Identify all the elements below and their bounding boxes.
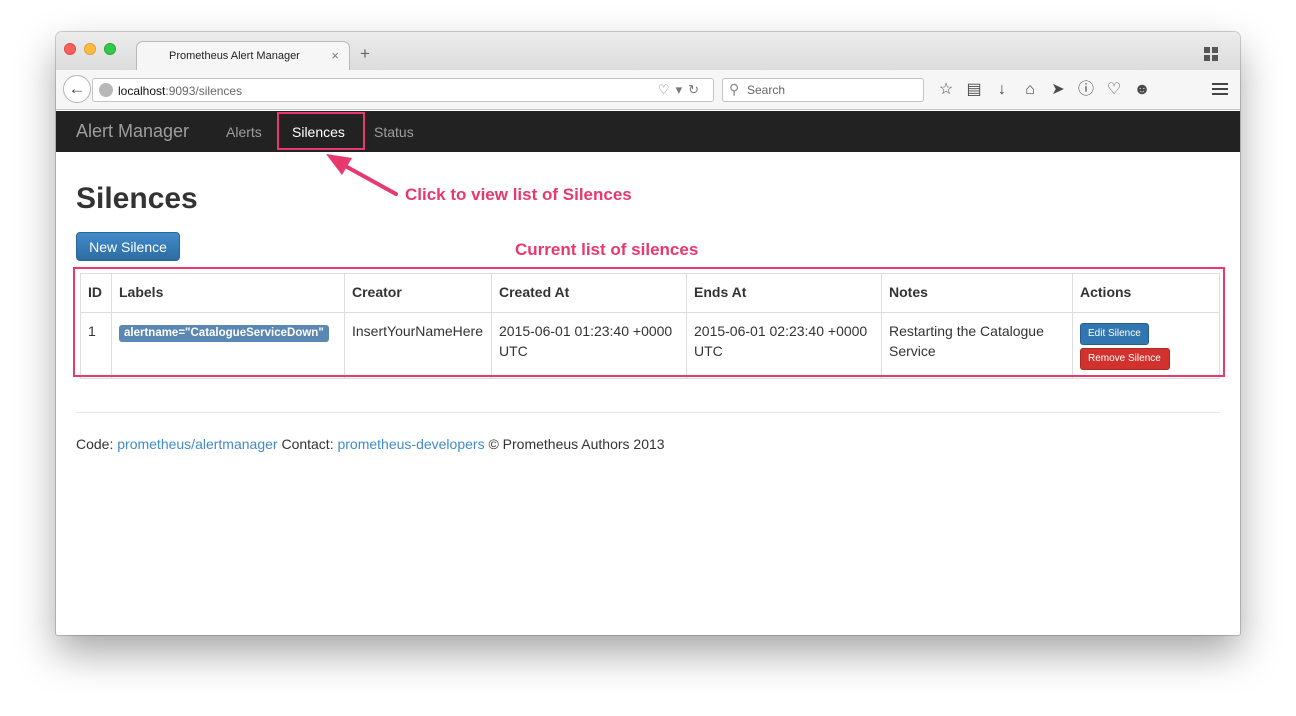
- star-icon[interactable]: ☆: [932, 80, 960, 100]
- search-icon: ⚲: [729, 81, 740, 97]
- search-input[interactable]: [747, 82, 917, 98]
- callout-arrow-icon: [326, 154, 398, 196]
- tab-groups-icon[interactable]: [1204, 47, 1218, 61]
- info-icon[interactable]: ⓘ: [1072, 80, 1100, 100]
- send-icon[interactable]: ➤: [1044, 80, 1072, 100]
- emoji-icon[interactable]: ☻: [1128, 80, 1156, 100]
- home-icon[interactable]: ⌂: [1016, 80, 1044, 100]
- hamburger-menu-icon[interactable]: [1212, 83, 1228, 95]
- footer-divider: [76, 412, 1220, 413]
- table-highlight-box: [73, 267, 1225, 377]
- footer-copyright: © Prometheus Authors 2013: [488, 436, 665, 452]
- search-box[interactable]: ⚲: [722, 78, 924, 102]
- download-icon[interactable]: ↓: [988, 80, 1016, 100]
- code-link[interactable]: prometheus/alertmanager: [117, 436, 277, 452]
- table-callout: Current list of silences: [515, 240, 699, 259]
- new-silence-button[interactable]: New Silence: [76, 232, 180, 261]
- footer-contact-label: Contact:: [281, 436, 334, 452]
- footer-code-label: Code:: [76, 436, 114, 452]
- reading-list-icon[interactable]: ▤: [960, 80, 988, 100]
- browser-window: Prometheus Alert Manager × + ← localhost…: [56, 32, 1240, 635]
- contact-link[interactable]: prometheus-developers: [337, 436, 484, 452]
- reload-icon[interactable]: ♡▾↻: [658, 82, 705, 98]
- toolbar-icons: ☆ ▤ ↓ ⌂ ➤ ⓘ ♡ ☻: [932, 80, 1156, 100]
- footer: Code: prometheus/alertmanager Contact: p…: [76, 436, 665, 452]
- pocket-icon[interactable]: ♡: [1100, 80, 1128, 100]
